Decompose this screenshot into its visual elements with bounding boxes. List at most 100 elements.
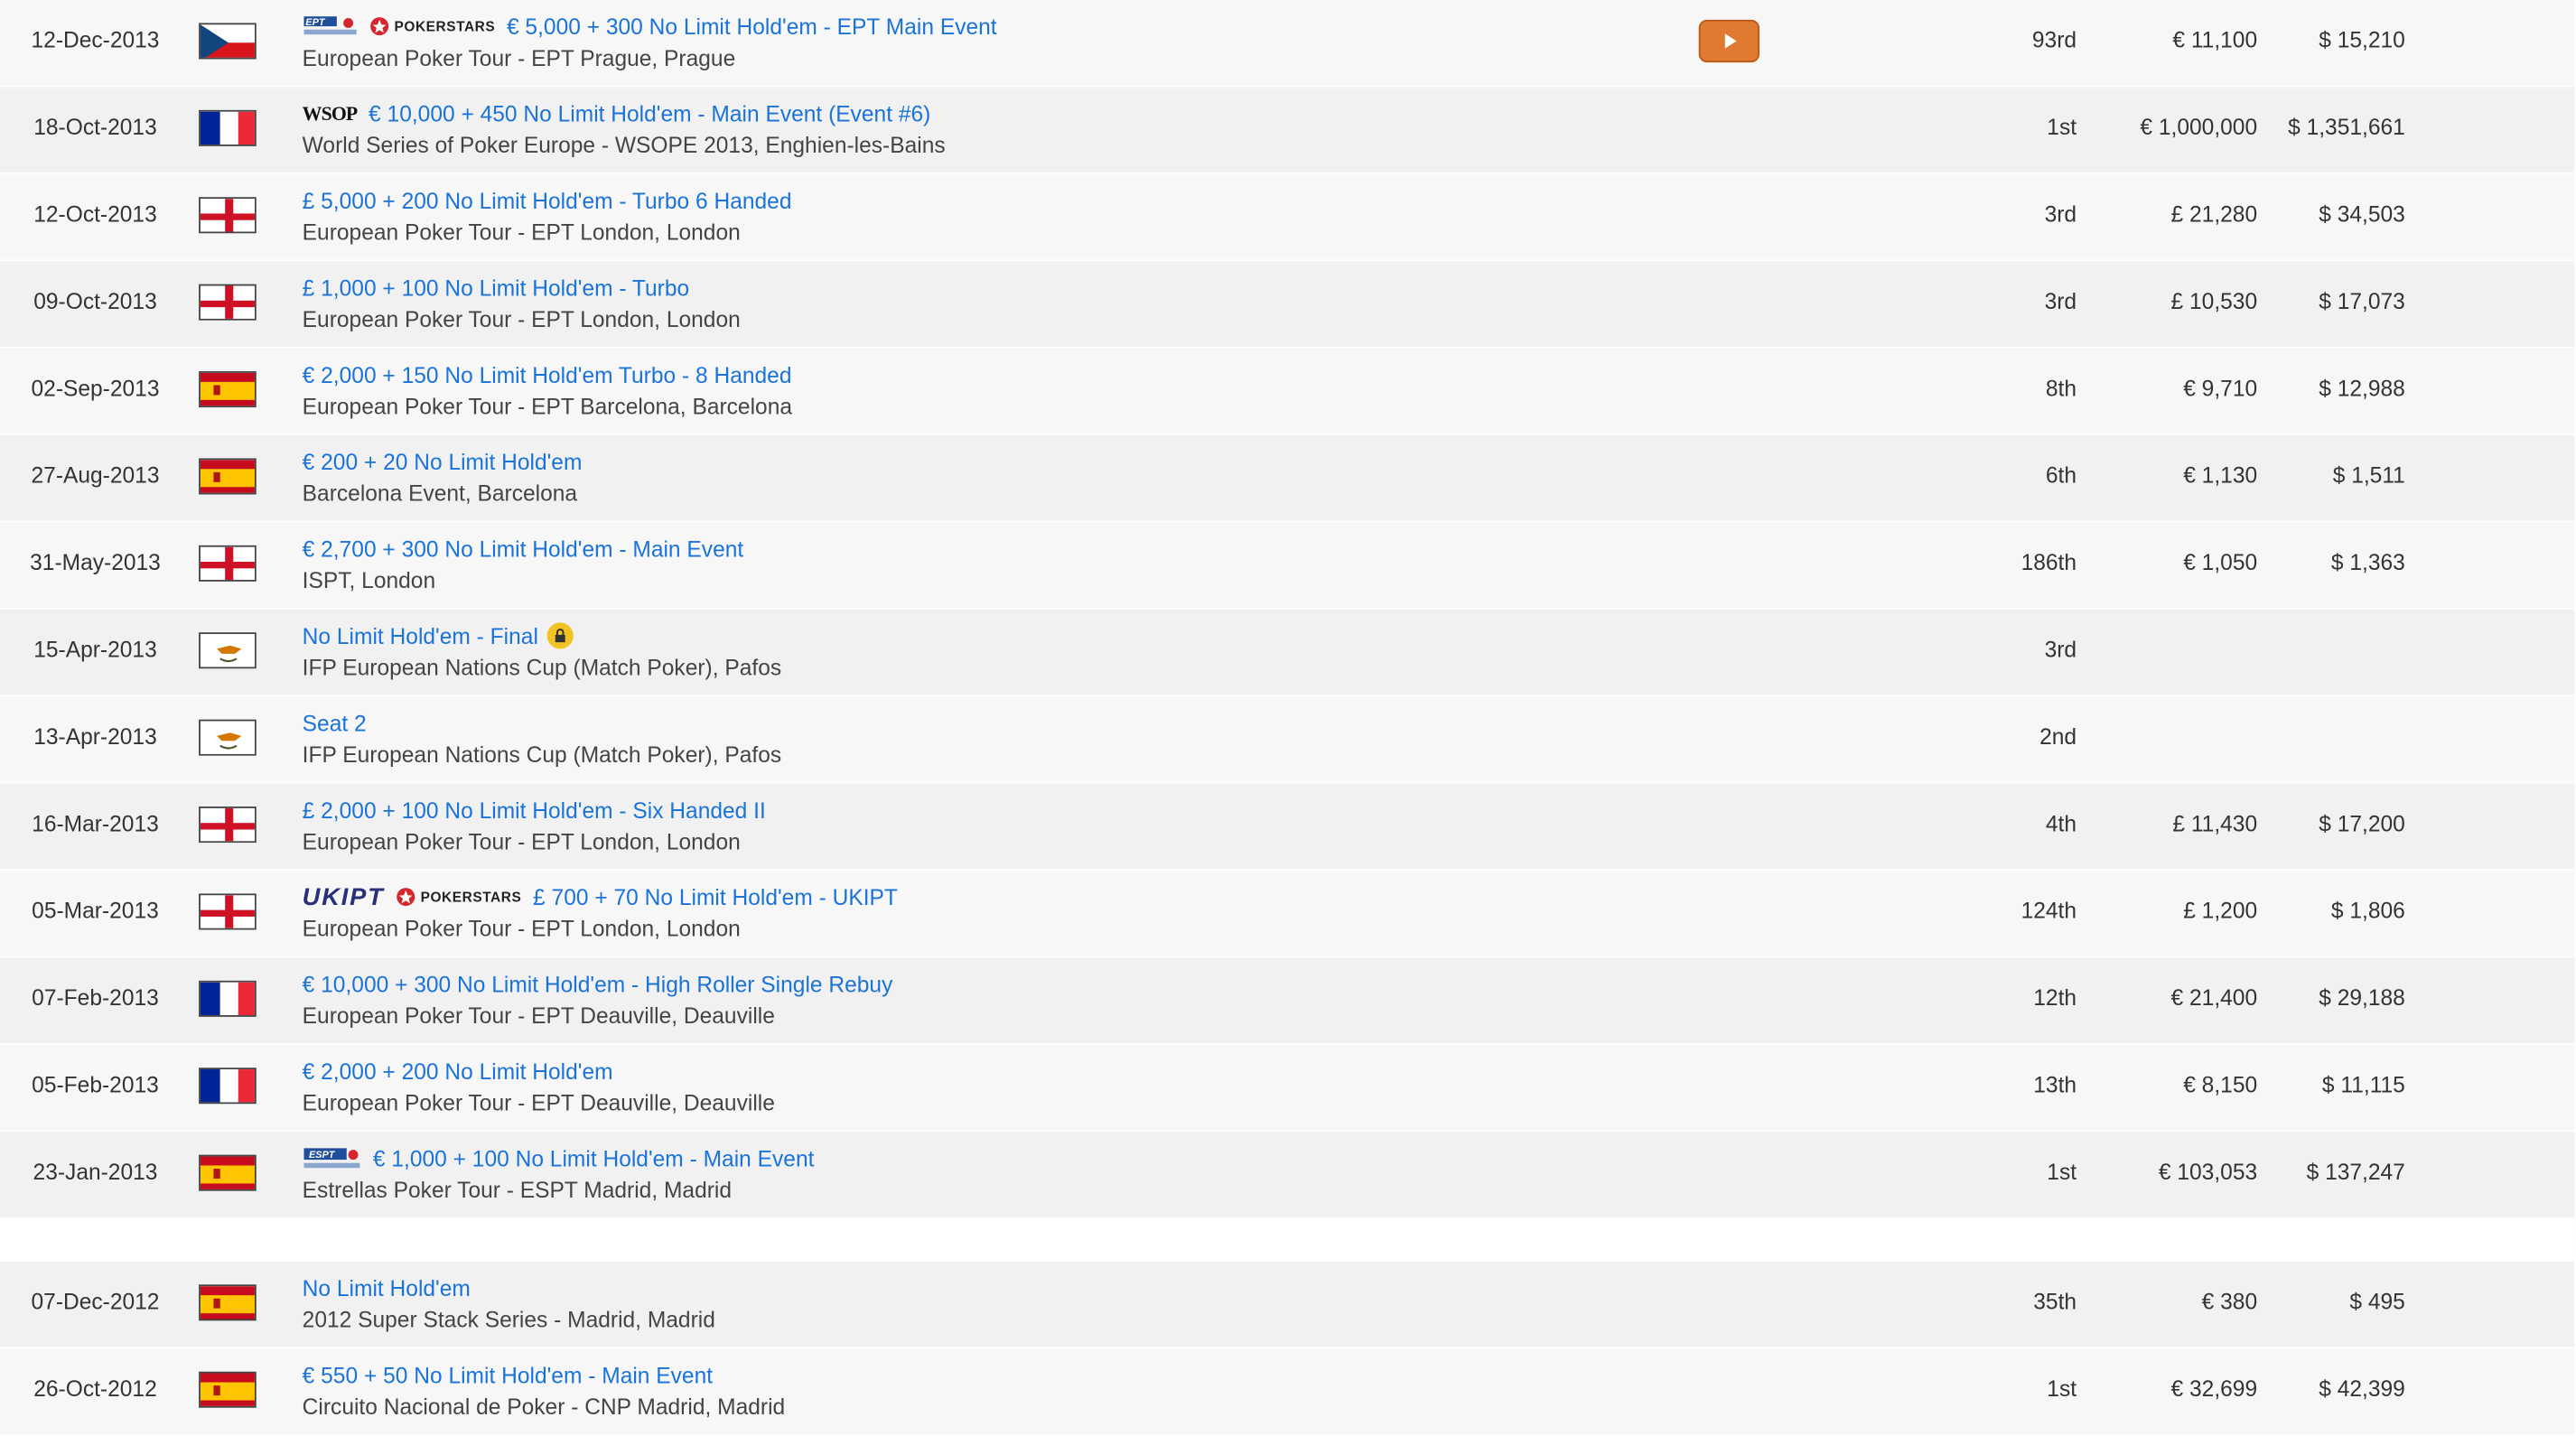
event-info: £ 2,000 + 100 No Limit Hold'em - Six Han… — [302, 795, 766, 854]
finish-place: 6th — [2045, 462, 2077, 489]
event-info: € 550 + 50 No Limit Hold'em - Main Event… — [303, 1360, 786, 1420]
svg-text:EPT: EPT — [305, 17, 326, 28]
event-link[interactable]: £ 2,000 + 100 No Limit Hold'em - Six Han… — [303, 797, 766, 822]
table-row[interactable]: 07-Feb-2013 € 10,000 + 300 No Limit Hold'… — [0, 957, 2575, 1045]
table-row[interactable]: 02-Sep-2013 € 2,000 + 150 No Limit Hold'e… — [0, 348, 2575, 435]
table-row[interactable]: 18-Oct-2013 WSOP € 10,000 + 450 No Limit H… — [0, 87, 2575, 174]
table-row[interactable]: 27-Aug-2013 € 200 + 20 No Limit Hold'em Ba… — [0, 434, 2575, 523]
wsop-logo: WSOP — [302, 100, 359, 125]
table-row[interactable]: 05-Mar-2013 UKIPT POKERSTARS £ 700 + 70 No … — [0, 870, 2575, 958]
pokerstars-spade-icon — [396, 887, 415, 907]
espt-logo-icon: ESPT — [303, 1147, 361, 1170]
result-date: 16-Mar-2013 — [32, 811, 159, 836]
results-table: 12-Dec-2013 EPT POKERSTARS € 5,000 + 300 No… — [0, 0, 2576, 1436]
pokerstars-wordmark: POKERSTARS — [394, 18, 496, 35]
prize-local: € 9,710 — [2183, 376, 2258, 401]
event-link[interactable]: € 10,000 + 450 No Limit Hold'em - Main E… — [369, 101, 930, 126]
table-row[interactable]: 12-Oct-2013 £ 5,000 + 200 No Limit Hold'e… — [0, 173, 2575, 262]
table-row[interactable]: 15-Apr-2013 No Limit Hold'em - Final IFP E… — [0, 609, 2575, 697]
result-date: 31-May-2013 — [30, 550, 161, 575]
series-name: IFP European Nations Cup (Match Poker), … — [302, 655, 782, 680]
prize-local: € 1,050 — [2183, 550, 2258, 575]
event-link[interactable]: £ 5,000 + 200 No Limit Hold'em - Turbo 6… — [303, 188, 792, 212]
prize-local: € 1,130 — [2183, 462, 2258, 489]
table-row[interactable]: 05-Feb-2013 € 2,000 + 200 No Limit Hold'e… — [0, 1044, 2575, 1133]
event-info: ESPT € 1,000 + 100 No Limit Hold'em - Mai… — [303, 1143, 815, 1203]
finish-place: 13th — [2033, 1072, 2077, 1097]
event-link[interactable]: € 2,000 + 150 No Limit Hold'em Turbo - 8… — [303, 362, 792, 387]
table-row[interactable]: 23-Jan-2013 ESPT € 1,000 + 100 No Limit Ho… — [0, 1132, 2575, 1219]
series-name: 2012 Super Stack Series - Madrid, Madrid — [302, 1307, 715, 1333]
flag-france-icon — [199, 109, 257, 146]
video-button[interactable] — [1698, 19, 1760, 63]
finish-place: 186th — [2021, 550, 2077, 575]
event-link[interactable]: € 1,000 + 100 No Limit Hold'em - Main Ev… — [373, 1146, 815, 1170]
event-line: € 550 + 50 No Limit Hold'em - Main Event — [303, 1360, 786, 1390]
table-row[interactable]: 16-Mar-2013 £ 2,000 + 100 No Limit Hold'e… — [0, 783, 2575, 871]
event-link[interactable]: € 550 + 50 No Limit Hold'em - Main Event — [303, 1363, 713, 1387]
prize-local: £ 10,530 — [2170, 289, 2258, 314]
series-name: European Poker Tour - EPT London, London — [302, 829, 741, 854]
event-line: € 2,000 + 200 No Limit Hold'em — [303, 1056, 775, 1086]
result-date: 02-Sep-2013 — [31, 376, 160, 401]
prize-usd: $ 1,351,661 — [2288, 115, 2405, 140]
table-row[interactable]: 31-May-2013 € 2,700 + 300 No Limit Hold'e… — [0, 522, 2575, 610]
flag-czech-republic-icon — [199, 23, 257, 60]
event-link[interactable]: € 200 + 20 No Limit Hold'em — [303, 449, 583, 473]
finish-place: 124th — [2021, 898, 2077, 924]
table-row[interactable]: 12-Dec-2013 EPT POKERSTARS € 5,000 + 300 No… — [0, 0, 2575, 88]
finish-place: 3rd — [2044, 201, 2077, 227]
flag-france-icon — [199, 980, 257, 1017]
table-row[interactable]: 26-Oct-2012 € 550 + 50 No Limit Hold'em -… — [0, 1348, 2575, 1436]
event-link[interactable]: £ 1,000 + 100 No Limit Hold'em - Turbo — [303, 275, 689, 300]
event-info: € 2,000 + 200 No Limit Hold'em European P… — [303, 1056, 775, 1115]
prize-usd: $ 137,247 — [2306, 1160, 2405, 1185]
event-line: £ 5,000 + 200 No Limit Hold'em - Turbo 6… — [303, 186, 792, 216]
table-row[interactable]: 13-Apr-2013 Seat 2 IFP European Nations Cu… — [0, 696, 2575, 784]
event-info: £ 1,000 + 100 No Limit Hold'em - Turbo Eu… — [303, 273, 741, 332]
prize-local: € 11,100 — [2172, 27, 2258, 53]
prize-usd: $ 1,363 — [2330, 550, 2405, 575]
finish-place: 35th — [2033, 1289, 2077, 1315]
series-name: European Poker Tour - EPT London, London — [302, 916, 741, 942]
flag-spain-icon — [199, 458, 257, 495]
event-link[interactable]: € 5,000 + 300 No Limit Hold'em - EPT Mai… — [507, 14, 997, 38]
event-link[interactable]: No Limit Hold'em — [303, 1275, 471, 1300]
result-date: 23-Jan-2013 — [33, 1160, 158, 1185]
prize-local: € 1,000,000 — [2140, 115, 2258, 140]
event-link[interactable]: € 2,000 + 200 No Limit Hold'em — [303, 1058, 613, 1083]
event-line: EPT POKERSTARS € 5,000 + 300 No Limit Hold… — [303, 12, 997, 42]
prize-usd: $ 1,806 — [2330, 898, 2405, 924]
result-date: 07-Dec-2012 — [31, 1289, 160, 1315]
event-info: No Limit Hold'em - Final IFP European Nat… — [303, 621, 781, 680]
pokerstars-logo: POKERSTARS — [369, 16, 495, 36]
table-row[interactable]: 09-Oct-2013 £ 1,000 + 100 No Limit Hold'e… — [0, 261, 2575, 349]
ukipt-logo: UKIPT — [302, 882, 385, 911]
event-link[interactable]: Seat 2 — [303, 711, 367, 735]
event-line: Seat 2 — [303, 708, 781, 738]
event-link[interactable]: € 10,000 + 300 No Limit Hold'em - High R… — [303, 972, 893, 996]
series-name: Barcelona Event, Barcelona — [302, 480, 578, 507]
flag-france-icon — [199, 1068, 257, 1105]
finish-place: 2nd — [2039, 724, 2077, 750]
event-line: € 2,700 + 300 No Limit Hold'em - Main Ev… — [303, 534, 744, 564]
flag-england-icon — [199, 545, 257, 582]
prize-usd: $ 17,200 — [2319, 811, 2405, 836]
series-name: ISPT, London — [302, 568, 436, 593]
event-link[interactable]: No Limit Hold'em - Final — [303, 623, 538, 648]
event-link[interactable]: € 2,700 + 300 No Limit Hold'em - Main Ev… — [303, 536, 744, 561]
table-row[interactable]: 07-Dec-2012 No Limit Hold'em 2012 Super St… — [0, 1261, 2575, 1349]
prize-usd: $ 1,511 — [2332, 462, 2405, 489]
event-link[interactable]: £ 700 + 70 No Limit Hold'em - UKIPT — [533, 884, 898, 909]
result-date: 18-Oct-2013 — [33, 115, 157, 140]
result-date: 15-Apr-2013 — [33, 637, 157, 662]
result-date: 12-Oct-2013 — [33, 201, 157, 227]
finish-place: 1st — [2047, 1376, 2077, 1402]
event-line: No Limit Hold'em — [303, 1273, 715, 1303]
prize-local: £ 1,200 — [2183, 898, 2258, 924]
series-name: European Poker Tour - EPT Prague, Prague — [302, 45, 736, 71]
event-line: ESPT € 1,000 + 100 No Limit Hold'em - Mai… — [303, 1143, 815, 1173]
prize-usd: $ 17,073 — [2319, 289, 2405, 314]
play-icon — [1718, 30, 1741, 52]
event-info: £ 5,000 + 200 No Limit Hold'em - Turbo 6… — [303, 186, 792, 245]
